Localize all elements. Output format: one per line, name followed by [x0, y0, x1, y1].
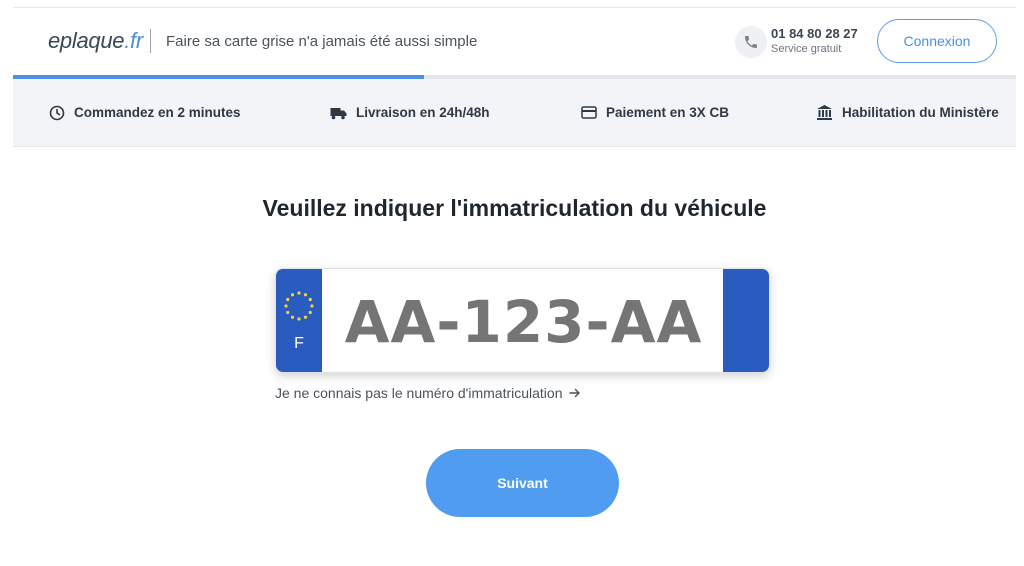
eu-stars-icon	[284, 291, 314, 321]
phone-number[interactable]: 01 84 80 28 27	[771, 26, 858, 41]
eu-star	[310, 304, 314, 308]
eu-star	[297, 291, 301, 295]
header: eplaque.fr Faire sa carte grise n'a jama…	[13, 8, 1016, 75]
next-button[interactable]: Suivant	[426, 449, 619, 517]
logo-main: eplaque	[48, 28, 125, 53]
plate-number-input[interactable]	[322, 269, 725, 372]
page-title: Veuillez indiquer l'immatriculation du v…	[262, 195, 767, 221]
feature-payment: Paiement en 3X CB	[580, 104, 729, 121]
unknown-plate-link-label: Je ne connais pas le numéro d'immatricul…	[275, 385, 563, 401]
eu-star	[303, 315, 308, 319]
login-button[interactable]: Connexion	[877, 19, 997, 63]
logo-suffix: .fr	[124, 28, 143, 53]
feature-delivery: Livraison en 24h/48h	[330, 104, 490, 121]
feature-label: Commandez en 2 minutes	[74, 105, 241, 120]
eu-star	[284, 304, 288, 308]
phone-note: Service gratuit	[771, 43, 842, 55]
eu-star	[308, 310, 312, 315]
eu-star	[290, 293, 295, 297]
feature-ministry: Habilitation du Ministère	[816, 104, 999, 121]
bank-icon	[816, 104, 833, 121]
eu-star	[290, 315, 295, 319]
credit-card-icon	[580, 104, 597, 121]
feature-label: Habilitation du Ministère	[842, 105, 999, 120]
feature-label: Paiement en 3X CB	[606, 105, 730, 120]
phone-icon[interactable]	[735, 26, 767, 58]
plate-right-band	[723, 269, 769, 372]
plate-eu-band: F	[276, 269, 322, 372]
features-bar: Commandez en 2 minutes Livraison en 24h/…	[13, 79, 1016, 147]
logo-divider	[150, 29, 151, 53]
eu-star	[286, 310, 290, 315]
arrow-right-icon	[568, 385, 581, 401]
page-frame: eplaque.fr Faire sa carte grise n'a jama…	[13, 7, 1016, 566]
tagline: Faire sa carte grise n'a jamais été auss…	[166, 33, 478, 50]
eu-star	[286, 297, 290, 302]
feature-label: Livraison en 24h/48h	[356, 105, 490, 120]
eu-star	[297, 317, 301, 321]
truck-icon	[330, 104, 347, 121]
clock-icon	[48, 104, 65, 121]
license-plate: F	[275, 268, 770, 373]
unknown-plate-link[interactable]: Je ne connais pas le numéro d'immatricul…	[275, 385, 581, 401]
logo[interactable]: eplaque.fr	[48, 28, 143, 54]
eu-star	[303, 293, 308, 297]
plate-country-code: F	[294, 335, 304, 352]
eu-star	[308, 297, 312, 302]
feature-order-time: Commandez en 2 minutes	[48, 104, 241, 121]
